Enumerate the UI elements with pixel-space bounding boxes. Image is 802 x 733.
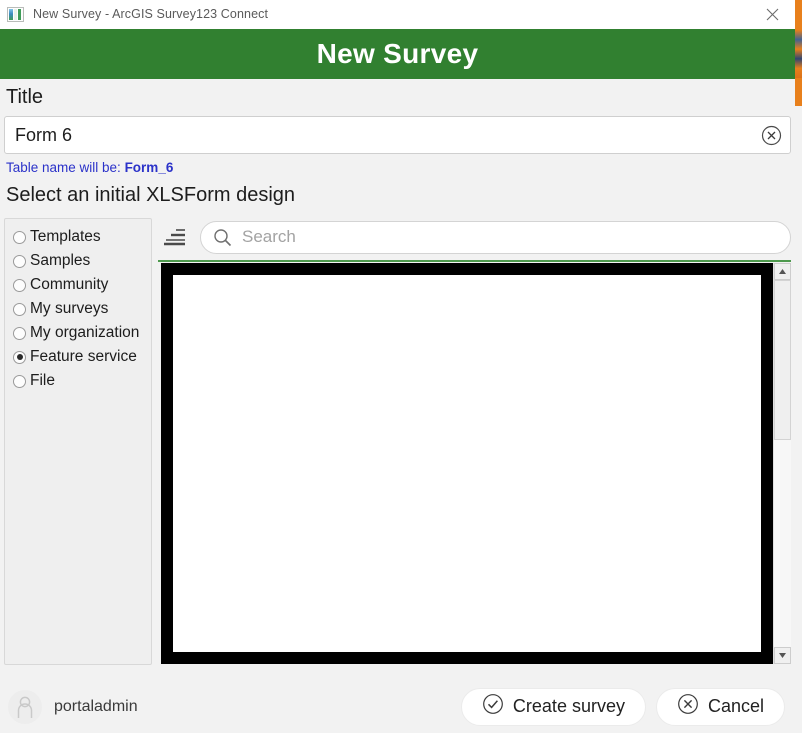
table-name-prefix: Table name will be:: [6, 160, 125, 175]
table-name-value: Form_6: [125, 160, 174, 175]
user-chip[interactable]: portaladmin: [8, 690, 138, 724]
search-toolbar: [158, 218, 791, 256]
sidebar-item-templates[interactable]: Templates: [5, 225, 151, 249]
cancel-circle-x-icon: [677, 693, 699, 720]
search-box[interactable]: [200, 221, 791, 254]
radio-icon-selected: [13, 351, 26, 364]
design-source-panes: Templates Samples Community My surveys M…: [4, 218, 791, 665]
search-icon: [213, 228, 232, 247]
search-input[interactable]: [240, 226, 778, 248]
source-label: Templates: [30, 228, 101, 246]
scrollbar-track[interactable]: [774, 280, 791, 647]
create-survey-button[interactable]: Create survey: [461, 688, 646, 726]
radio-icon: [13, 255, 26, 268]
scrollbar-thumb[interactable]: [774, 280, 791, 440]
results-pane: [158, 218, 791, 665]
results-area: [158, 260, 791, 665]
cancel-label: Cancel: [708, 696, 764, 717]
window-titlebar: New Survey - ArcGIS Survey123 Connect: [0, 0, 795, 29]
results-scrollbar[interactable]: [773, 263, 791, 664]
dialog-header: New Survey: [0, 29, 795, 79]
title-field-row: [4, 116, 791, 154]
radio-icon: [13, 327, 26, 340]
page-title: New Survey: [317, 38, 479, 70]
radio-icon: [13, 303, 26, 316]
close-icon[interactable]: [750, 0, 795, 28]
cancel-button[interactable]: Cancel: [656, 688, 785, 726]
sidebar-item-community[interactable]: Community: [5, 273, 151, 297]
sidebar-item-samples[interactable]: Samples: [5, 249, 151, 273]
window-title: New Survey - ArcGIS Survey123 Connect: [33, 7, 268, 21]
scroll-up-arrow-icon[interactable]: [774, 263, 791, 280]
dialog-footer: portaladmin Create survey: [0, 680, 795, 733]
radio-icon: [13, 279, 26, 292]
background-window-edge: [794, 0, 802, 106]
footer-actions: Create survey Cancel: [461, 688, 785, 726]
source-label: File: [30, 372, 55, 390]
source-label: My surveys: [30, 300, 108, 318]
survey-title-input[interactable]: [4, 116, 791, 154]
sidebar-item-file[interactable]: File: [5, 369, 151, 393]
username-label: portaladmin: [54, 698, 138, 716]
title-field-label: Title: [4, 79, 791, 114]
dialog-content: Title Table name will be: Form_6 Select …: [0, 79, 795, 665]
scroll-down-arrow-icon[interactable]: [774, 647, 791, 664]
source-type-list: Templates Samples Community My surveys M…: [4, 218, 152, 665]
source-label: Samples: [30, 252, 90, 270]
background-window-content: [794, 30, 802, 78]
radio-icon: [13, 231, 26, 244]
results-list[interactable]: [161, 263, 773, 664]
source-label: Feature service: [30, 348, 137, 366]
sort-filter-icon[interactable]: [158, 222, 192, 252]
new-survey-dialog: New Survey - ArcGIS Survey123 Connect Ne…: [0, 0, 795, 733]
create-survey-label: Create survey: [513, 696, 625, 717]
source-label: Community: [30, 276, 108, 294]
source-label: My organization: [30, 324, 139, 342]
radio-icon: [13, 375, 26, 388]
sidebar-item-my-surveys[interactable]: My surveys: [5, 297, 151, 321]
sidebar-item-my-organization[interactable]: My organization: [5, 321, 151, 345]
survey123-app-icon: [7, 7, 24, 22]
xlsform-design-label: Select an initial XLSForm design: [4, 177, 791, 212]
user-avatar-icon: [8, 690, 42, 724]
check-circle-icon: [482, 693, 504, 720]
sidebar-item-feature-service[interactable]: Feature service: [5, 345, 151, 369]
clear-circle-x-icon[interactable]: [760, 124, 782, 146]
table-name-hint: Table name will be: Form_6: [4, 154, 791, 177]
